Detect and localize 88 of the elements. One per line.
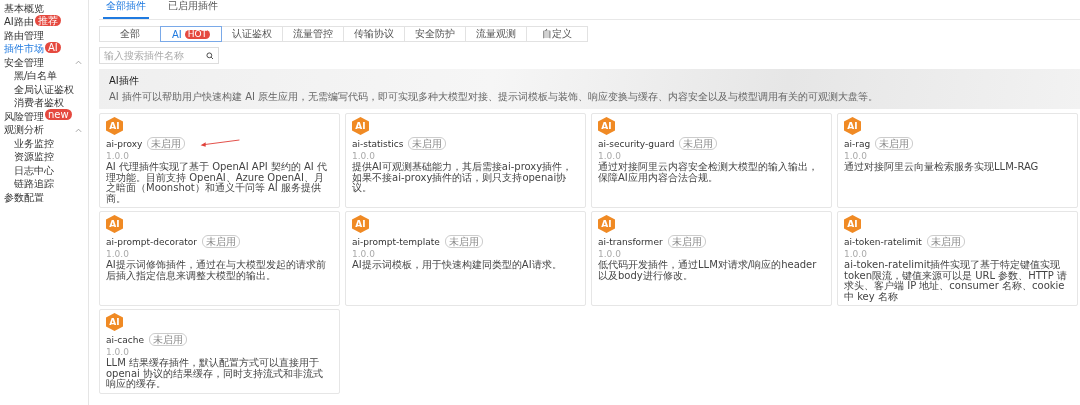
plugin-name: ai-security-guard [598,138,675,149]
sidebar-item[interactable]: 全局认证鉴权 [14,83,74,96]
status-tag: 未启用 [147,137,186,150]
plugin-logo: AI [352,215,369,233]
plugin-card[interactable]: AI ai-security-guard 未启用 1.0.0 通过对接阿里云内容安全检测大模型的输入输出，保障AI应用内容合法合规。 [591,113,832,208]
banner-description: AI 插件可以帮助用户快速构建 AI 原生应用，无需编写代码，即可实现多种大模型对接、提示词模板与装饰、响应变换与缓存、内容安全以及与模型调用有关的可观测大盘等。 [109,90,880,104]
sidebar-badge: new [45,109,72,121]
version-text: 1.0.0 [598,151,622,161]
status-tag: 未启用 [148,333,187,346]
sidebar-item[interactable]: 链路追踪 [14,178,54,191]
plugin-logo: AI [844,117,861,135]
plugin-name: ai-prompt-decorator [106,236,197,247]
filter-tab[interactable]: 自定义 [526,26,588,42]
plugin-description: LLM 结果缓存插件，默认配置方式可以直接用于 openai 协议的结果缓存，同时支持流式和非流式响应的缓存。 [106,358,325,390]
plugin-logo: AI [352,117,369,135]
plugin-card[interactable]: AI ai-statistics 未启用 1.0.0 提供AI可观测基础能力，其后需接ai-proxy插件，如果不接ai-proxy插件的话，则只支持openai协议。 [345,113,586,208]
sidebar-item[interactable]: 观测分析 [4,124,44,137]
plugin-description: AI提示词修饰插件，通过在与大模型发起的请求前后插入指定信息来调整大模型的输出。 [106,260,327,281]
status-tag: 未启用 [926,235,965,248]
sidebar-badge: AI [45,41,61,53]
filter-tab[interactable]: 安全防护 [404,26,466,42]
version-text: 1.0.0 [844,151,868,161]
filter-tab[interactable]: 认证鉴权 [221,26,283,42]
plugin-card[interactable]: AI ai-proxy 未启用 1.0.0 AI 代理插件实现了基于 OpenAI API 契约的 AI 代理功能。目前支持 OpenAI、Azure OpenAI、月之暗面（Moonshot）和通义千问等 AI 服务提供商。 [99,113,340,208]
sidebar-item[interactable]: 业务监控 [14,137,54,150]
plugin-name: ai-proxy [106,138,143,149]
plugin-card[interactable]: AI ai-cache 未启用 1.0.0 LLM 结果缓存插件，默认配置方式可以直接用于 openai 协议的结果缓存，同时支持流式和非流式响应的缓存。 [99,309,340,394]
chevron-icon[interactable] [75,60,82,66]
version-text: 1.0.0 [106,347,130,357]
plugin-card[interactable]: AI ai-prompt-decorator 未启用 1.0.0 AI提示词修饰插件，通过在与大模型发起的请求前后插入指定信息来调整大模型的输出。 [99,211,340,306]
sidebar-item[interactable]: 参数配置 [4,191,44,204]
plugin-name: ai-cache [106,334,144,345]
sidebar-item[interactable]: 基本概览 [4,2,44,15]
filter-tab[interactable]: 全部 [99,26,161,42]
plugin-logo: AI [844,215,861,233]
sidebar-item[interactable]: 路由管理 [4,29,44,42]
status-tag: 未启用 [875,137,914,150]
plugin-card[interactable]: AI ai-rag 未启用 1.0.0 通过对接阿里云向量检索服务实现LLM-RAG [837,113,1078,208]
filter-tab[interactable]: AI HOT [160,26,222,42]
search-field[interactable]: 输入搜索插件名称 [99,47,219,64]
plugin-card[interactable]: AI ai-prompt-template 未启用 1.0.0 AI提示词模板，用于快速构建同类型的AI请求。 [345,211,586,306]
plugin-description: ai-token-ratelimit插件实现了基于特定键值实现token限流，键值来源可以是 URL 参数、HTTP 请求头、客户端 IP 地址、consumer 名称、cookie中 key 名称 [844,260,1068,302]
plugin-description: 通过对接阿里云向量检索服务实现LLM-RAG [844,162,1040,173]
plugin-logo: AI [598,215,615,233]
sidebar-item[interactable]: AI路由 [4,16,34,29]
search-icon[interactable] [206,51,214,60]
filter-tab[interactable]: 流量观测 [465,26,527,42]
plugin-name: ai-transformer [598,236,663,247]
chevron-icon[interactable] [75,127,82,133]
plugin-logo: AI [106,215,123,233]
banner-title: AI插件 [109,74,140,88]
plugin-name: ai-token-ratelimit [844,236,922,247]
filter-tab[interactable]: 流量管控 [282,26,344,42]
plugin-logo: AI [598,117,615,135]
version-text: 1.0.0 [598,249,622,259]
plugin-description: 低代码开发插件，通过LLM对请求/响应的header以及body进行修改。 [598,260,818,281]
plugin-description: 提供AI可观测基础能力，其后需接ai-proxy插件，如果不接ai-proxy插件的话，则只支持openai协议。 [352,162,574,194]
plugin-description: AI提示词模板，用于快速构建同类型的AI请求。 [352,260,563,271]
status-tag: 未启用 [679,137,718,150]
sidebar-item[interactable]: 日志中心 [14,164,54,177]
tab[interactable]: 已启用插件 [165,0,221,19]
status-tag: 未启用 [201,235,240,248]
plugin-name: ai-statistics [352,138,404,149]
sidebar-item[interactable]: 消费者鉴权 [14,97,64,110]
plugin-description: AI 代理插件实现了基于 OpenAI API 契约的 AI 代理功能。目前支持 OpenAI、Azure OpenAI、月之暗面（Moonshot）和通义千问等 AI 服务提供商。 [106,162,328,204]
plugin-card[interactable]: AI ai-transformer 未启用 1.0.0 低代码开发插件，通过LLM对请求/响应的header以及body进行修改。 [591,211,832,306]
sidebar-badge: 推荐 [34,14,61,26]
version-text: 1.0.0 [106,151,130,161]
plugin-description: 通过对接阿里云内容安全检测大模型的输入输出，保障AI应用内容合法合规。 [598,162,819,183]
sidebar-item[interactable]: 风险管理 [4,110,44,123]
version-text: 1.0.0 [352,249,376,259]
filter-tab[interactable]: 传输协议 [343,26,405,42]
status-tag: 未启用 [444,235,483,248]
sidebar-item[interactable]: 插件市场 [4,43,44,56]
plugin-logo: AI [106,117,123,135]
sidebar-item[interactable]: 资源监控 [14,151,54,164]
version-text: 1.0.0 [106,249,130,259]
status-tag: 未启用 [667,235,706,248]
version-text: 1.0.0 [352,151,376,161]
sidebar-item[interactable]: 安全管理 [4,56,44,69]
plugin-name: ai-prompt-template [352,236,440,247]
plugin-name: ai-rag [844,138,871,149]
plugin-card[interactable]: AI ai-token-ratelimit 未启用 1.0.0 ai-token-ratelimit插件实现了基于特定键值实现token限流，键值来源可以是 URL 参数、HTTP 请求头、客户端 IP 地址、consumer 名称、cookie中 key 名称 [837,211,1078,306]
status-tag: 未启用 [408,137,447,150]
plugin-logo: AI [106,313,123,331]
version-text: 1.0.0 [844,249,868,259]
tab[interactable]: 全部插件 [103,0,149,19]
sidebar-item[interactable]: 黑/白名单 [14,70,58,83]
